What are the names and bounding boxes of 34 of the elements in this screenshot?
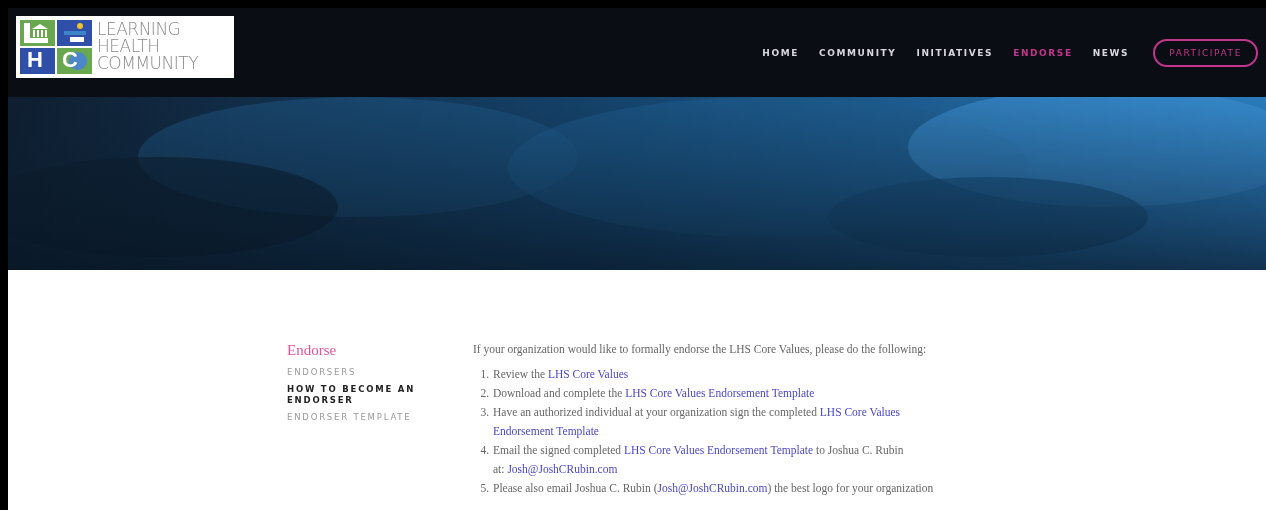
text-link[interactable]: LHS Core Values Endorsement Template	[623, 444, 814, 456]
logo[interactable]: H C LEARNING HEALTH COMMUNITY	[16, 15, 234, 78]
step-number: 2.	[479, 386, 489, 401]
step-text: Email the signed completed LHS Core Values Endorsement Template to Joshua C. Rubin	[493, 443, 904, 459]
logo-text: LEARNING	[97, 21, 182, 38]
nav-link[interactable]: ENDORSE	[1013, 47, 1073, 58]
step-text: Review the LHS Core Values	[493, 367, 629, 382]
logo-text: COMMUNITY	[97, 55, 199, 72]
sidebar-link[interactable]: HOW TO BECOME AN ENDORSER	[287, 384, 423, 406]
step-text: Download and complete the LHS Core Values Endorsement Template	[493, 386, 815, 402]
step-text: Have an authorized individual at your organization sign the completed LHS Core Values	[493, 405, 901, 421]
nav-link[interactable]: HOME	[762, 47, 800, 58]
logo-letter: H	[27, 48, 43, 71]
step-number: 4.	[479, 443, 489, 458]
sidebar-title: Endorse	[287, 342, 338, 359]
step-number: 3.	[479, 405, 489, 420]
step-number: 1.	[479, 367, 489, 382]
nav-link[interactable]: NEWS	[1092, 47, 1130, 58]
step-number: 5.	[479, 481, 489, 496]
text-link[interactable]: Josh@JoshCRubin.com	[657, 482, 768, 494]
intro-text: If your organization would like to formally endorse the LHS Core Values, please do the following:	[473, 343, 928, 355]
participate-button[interactable]: PARTICIPATE	[1153, 38, 1258, 67]
logo-text: HEALTH	[97, 38, 161, 55]
text-link[interactable]: LHS Core Values	[819, 406, 901, 418]
nav-link[interactable]: COMMUNITY	[819, 47, 897, 58]
logo-letter: C	[62, 48, 78, 71]
text-link[interactable]: Endorsement Template	[493, 425, 599, 437]
logo-mark-icon	[20, 19, 92, 74]
text-link[interactable]: LHS Core Values Endorsement Template	[625, 387, 815, 399]
text-link[interactable]: LHS Core Values	[547, 368, 629, 380]
step-text: at: Josh@JoshCRubin.com	[493, 462, 619, 478]
text-link[interactable]: Josh@JoshCRubin.com	[507, 463, 618, 475]
nav-link[interactable]: INITIATIVES	[916, 47, 994, 58]
step-text: Please also email Joshua C. Rubin (Josh@JoshCRubin.com) the best logo for your organization	[493, 481, 934, 497]
